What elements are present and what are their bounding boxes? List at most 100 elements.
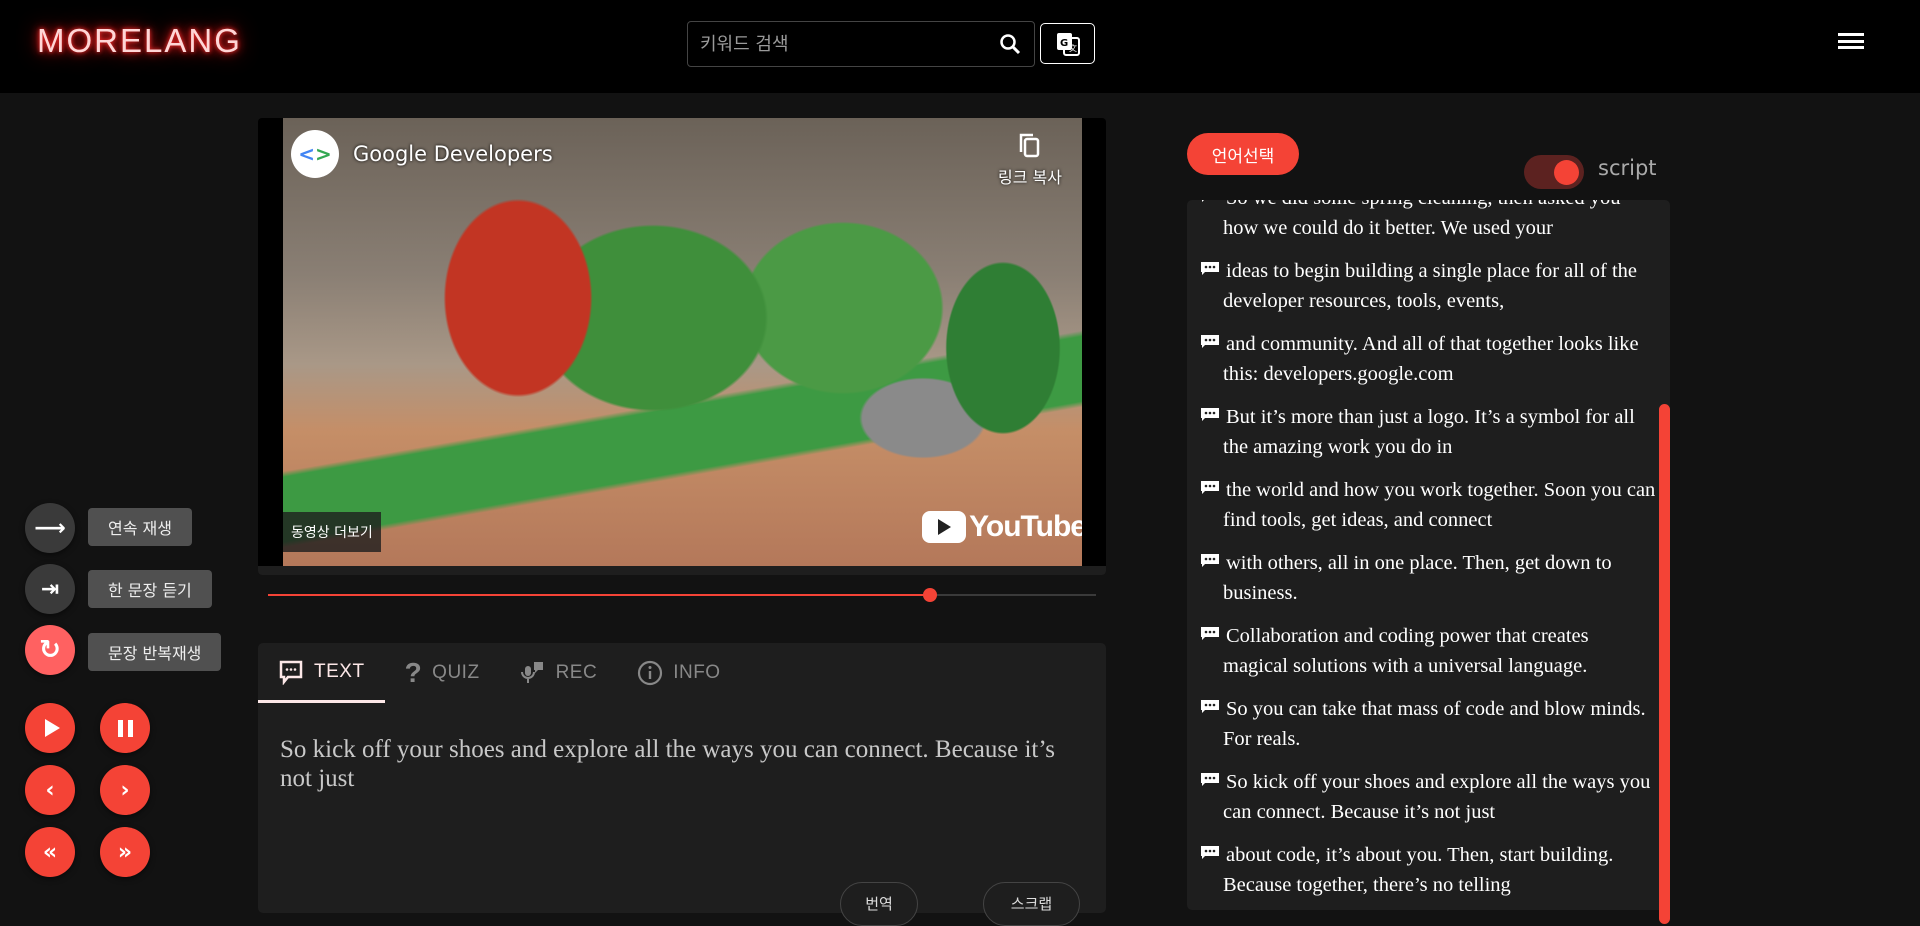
pause-icon: [117, 719, 133, 737]
tab-rec[interactable]: REC: [500, 643, 618, 703]
script-item[interactable]: about code, it’s about you. Then, start …: [1201, 840, 1657, 900]
microphone-icon: [520, 662, 543, 683]
comment-dots-icon: [1201, 700, 1219, 713]
copy-link-label: 링크 복사: [998, 168, 1062, 187]
comment-dots-icon: [279, 660, 303, 685]
comment-dots-icon: [1201, 773, 1219, 786]
tab-text-label: TEXT: [314, 660, 365, 682]
tab-info-label: INFO: [673, 662, 721, 683]
script-item[interactable]: and community. And all of that together …: [1201, 329, 1657, 389]
comment-dots-icon: [1201, 481, 1219, 494]
search-box: [687, 21, 1035, 67]
language-select-button[interactable]: 언어선택: [1187, 133, 1299, 175]
progress-fill: [268, 594, 931, 596]
tab-info[interactable]: INFO: [617, 643, 740, 703]
script-item[interactable]: the world and how you work together. Soo…: [1201, 475, 1657, 535]
chevron-left-icon: ‹: [45, 777, 55, 803]
scrap-button[interactable]: 스크랩: [983, 882, 1080, 926]
tab-text[interactable]: TEXT: [258, 643, 385, 703]
script-item[interactable]: But it’s more than just a logo. It’s a s…: [1201, 402, 1657, 462]
logo[interactable]: MORELANG: [37, 22, 242, 60]
script-item[interactable]: with others, all in one place. Then, get…: [1201, 548, 1657, 608]
script-list: So we did some spring cleaning, then ask…: [1187, 200, 1657, 910]
rewind-button[interactable]: «: [25, 827, 75, 877]
youtube-logo[interactable]: YouTube: [922, 510, 1082, 544]
script-item-text: Collaboration and coding power that crea…: [1223, 625, 1589, 677]
script-toggle-label: script: [1598, 156, 1657, 180]
script-item[interactable]: ideas to begin building a single place f…: [1201, 256, 1657, 316]
comment-dots-icon: [1201, 408, 1219, 421]
youtube-play-icon: [922, 511, 967, 543]
current-sentence: So kick off your shoes and explore all t…: [280, 736, 1056, 792]
hamburger-menu-icon[interactable]: [1838, 30, 1864, 52]
translate-button[interactable]: G文: [1040, 23, 1095, 64]
scrollbar[interactable]: [1659, 404, 1670, 924]
script-panel: So we did some spring cleaning, then ask…: [1187, 200, 1670, 910]
video-frame[interactable]: < > Google Developers 링크 복사 동영상 더보기 YouTu…: [283, 118, 1082, 566]
translate-sentence-button[interactable]: 번역: [840, 882, 918, 926]
script-item[interactable]: So we did some spring cleaning, then ask…: [1202, 200, 1657, 243]
search-icon[interactable]: [998, 32, 1022, 56]
comment-dots-icon: [1201, 554, 1219, 567]
repeat-sentence-label[interactable]: 문장 반복재생: [88, 633, 222, 671]
pause-button[interactable]: [100, 703, 150, 753]
youtube-wordmark: YouTube: [969, 510, 1082, 543]
progress-thumb[interactable]: [923, 588, 938, 602]
fast-forward-button[interactable]: »: [100, 827, 150, 877]
continuous-play-label[interactable]: 연속 재생: [88, 508, 192, 546]
script-item-text: with others, all in one place. Then, get…: [1223, 552, 1612, 604]
channel-name[interactable]: Google Developers: [353, 142, 553, 166]
comment-dots-icon: [1201, 335, 1219, 348]
tab-quiz-label: QUIZ: [432, 662, 480, 683]
chevron-right-icon: ›: [120, 777, 130, 803]
script-item-text: and community. And all of that together …: [1223, 333, 1639, 385]
single-sentence-button[interactable]: ⇥: [25, 564, 75, 614]
comment-dots-icon: [1202, 200, 1204, 202]
play-icon: [44, 719, 60, 737]
double-chevron-left-icon: «: [42, 839, 58, 865]
script-item[interactable]: So kick off your shoes and explore all t…: [1201, 767, 1657, 827]
header: MORELANG G文: [0, 0, 1920, 93]
more-videos-button[interactable]: 동영상 더보기: [283, 512, 381, 552]
video-bottom-bar: [258, 566, 1106, 575]
question-icon: ?: [404, 657, 423, 688]
script-item-text: about code, it’s about you. Then, start …: [1223, 844, 1614, 896]
tab-rec-label: REC: [555, 662, 598, 683]
script-item-text: So we did some spring cleaning, then ask…: [1223, 200, 1621, 239]
previous-button[interactable]: ‹: [25, 765, 75, 815]
video-player[interactable]: < > Google Developers 링크 복사 동영상 더보기 YouTu…: [258, 118, 1106, 575]
script-item[interactable]: Collaboration and coding power that crea…: [1201, 621, 1657, 681]
repeat-sentence-button[interactable]: ↻: [25, 625, 75, 675]
arrow-right-icon: ⟶: [34, 515, 66, 541]
google-translate-icon: G文: [1056, 32, 1080, 56]
search-input[interactable]: [700, 33, 998, 55]
script-item-text: So kick off your shoes and explore all t…: [1223, 771, 1651, 823]
progress-slider[interactable]: [268, 588, 1096, 602]
google-developers-logo-icon: < >: [291, 130, 339, 178]
next-button[interactable]: ›: [100, 765, 150, 815]
tab-quiz[interactable]: ? QUIZ: [385, 643, 500, 703]
copy-link-button[interactable]: 링크 복사: [998, 132, 1062, 188]
tab-bar: TEXT ? QUIZ REC INFO: [258, 643, 741, 703]
comment-dots-icon: [1201, 262, 1219, 275]
toggle-knob: [1554, 160, 1579, 185]
continuous-play-button[interactable]: ⟶: [25, 503, 75, 553]
script-item-text: But it’s more than just a logo. It’s a s…: [1223, 406, 1635, 458]
sentence-card: TEXT ? QUIZ REC INFO So kick off your sh…: [258, 643, 1106, 926]
script-item-text: the world and how you work together. Soo…: [1223, 479, 1656, 531]
script-item-text: So you can take that mass of code and bl…: [1223, 698, 1646, 750]
arrow-right-to-bar-icon: ⇥: [40, 576, 60, 602]
script-item-text: ideas to begin building a single place f…: [1223, 260, 1638, 312]
channel-info[interactable]: < > Google Developers: [291, 130, 553, 178]
script-item[interactable]: So you can take that mass of code and bl…: [1201, 694, 1657, 754]
play-button[interactable]: [25, 703, 75, 753]
svg-text:文: 文: [1069, 43, 1077, 53]
repeat-icon: ↻: [39, 635, 61, 665]
double-chevron-right-icon: »: [117, 839, 133, 865]
comment-dots-icon: [1201, 846, 1219, 859]
script-toggle[interactable]: [1524, 155, 1584, 189]
info-icon: [638, 660, 663, 686]
single-sentence-label[interactable]: 한 문장 듣기: [88, 570, 212, 608]
copy-icon: [1019, 133, 1040, 158]
comment-dots-icon: [1201, 627, 1219, 640]
